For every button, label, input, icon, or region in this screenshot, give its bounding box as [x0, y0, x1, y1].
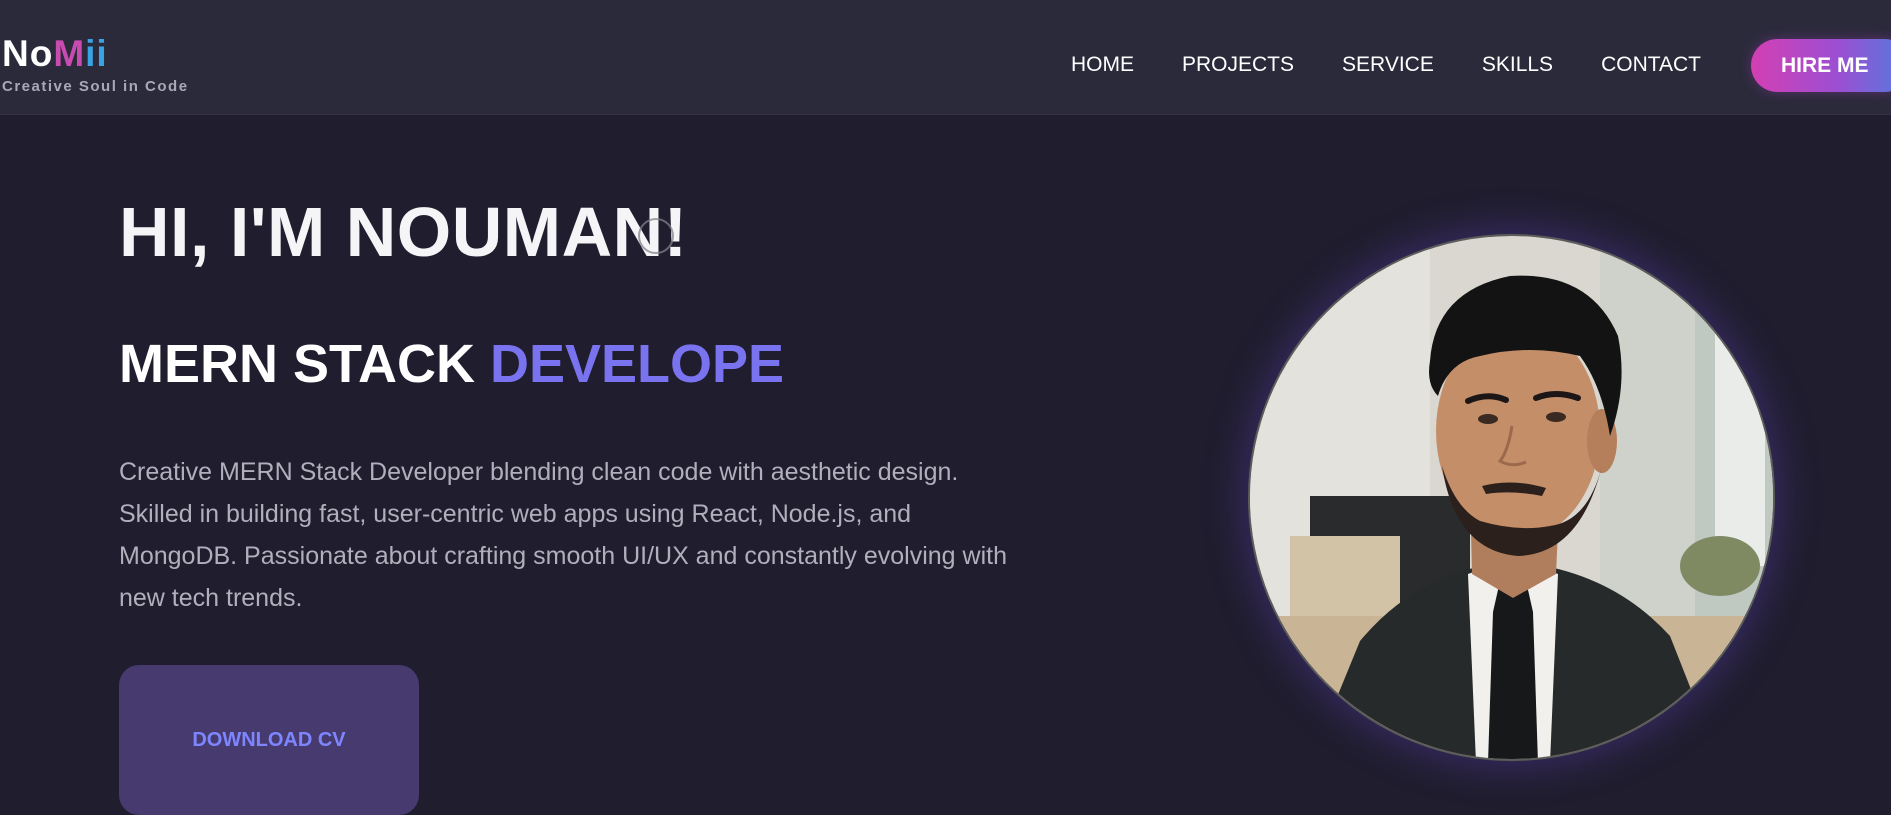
role-typed-text: DEVELOPE: [490, 334, 785, 394]
hero-description: Creative MERN Stack Developer blending c…: [119, 458, 1007, 612]
nav-link-service[interactable]: SERVICE: [1342, 53, 1434, 77]
nav-link-skills[interactable]: SKILLS: [1482, 53, 1553, 77]
logo-tagline: Creative Soul in Code: [2, 78, 189, 95]
hero-title: HI, I'M NOUMAN!: [119, 193, 688, 271]
nav-link-contact[interactable]: CONTACT: [1601, 53, 1701, 77]
download-cv-button[interactable]: DOWNLOAD CV: [119, 665, 419, 815]
logo-text: NoMii: [2, 34, 189, 74]
logo[interactable]: NoMii Creative Soul in Code: [2, 34, 189, 96]
main-nav: HOME PROJECTS SERVICE SKILLS CONTACT: [1071, 53, 1749, 77]
profile-photo-illustration: [1250, 236, 1773, 759]
logo-part-ii: ii: [85, 33, 108, 74]
logo-part-no: No: [2, 33, 54, 74]
nav-link-home[interactable]: HOME: [1071, 53, 1134, 77]
nav-link-projects[interactable]: PROJECTS: [1182, 53, 1294, 77]
profile-photo: [1248, 234, 1775, 761]
hire-me-button[interactable]: HIRE ME: [1751, 39, 1891, 92]
logo-part-m: M: [53, 33, 86, 74]
role-prefix: MERN STACK: [119, 334, 490, 394]
navbar: NoMii Creative Soul in Code HOME PROJECT…: [0, 0, 1891, 115]
mouse-cursor-ring: [638, 218, 674, 254]
hero-role: MERN STACK DEVELOPE: [119, 333, 784, 395]
